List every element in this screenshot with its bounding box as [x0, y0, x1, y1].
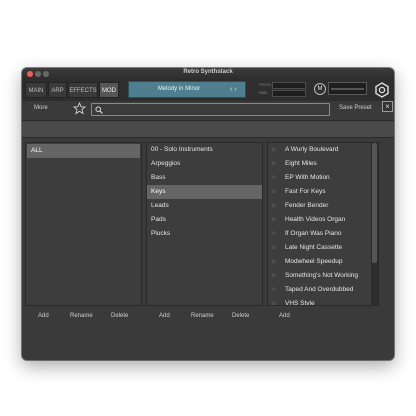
- list-item-category[interactable]: Leads: [147, 199, 262, 213]
- app-window: Retro Synthstack MAIN ARP EFFECTS MOD Me…: [22, 68, 394, 360]
- list-item-category[interactable]: Pads: [147, 213, 262, 227]
- preset-scrollbar[interactable]: [371, 142, 378, 306]
- list-item-preset[interactable]: ☆ If Organ Was Piano: [268, 227, 378, 241]
- pitch-label: PITCH: [259, 82, 271, 87]
- list-item-preset[interactable]: ☆ VHS Style: [268, 297, 378, 306]
- list-item-category[interactable]: Plucks: [147, 227, 262, 241]
- preset-label: Modwheel Speedup: [285, 258, 343, 265]
- preset-label: Late Night Cassette: [285, 244, 343, 251]
- search-input[interactable]: [106, 105, 326, 114]
- preset-label: Fast For Keys: [285, 188, 326, 195]
- mod-button[interactable]: M: [314, 83, 326, 95]
- favorite-star-icon[interactable]: ☆: [271, 143, 280, 157]
- favorite-star-icon[interactable]: ☆: [271, 185, 280, 199]
- favorite-star-icon[interactable]: ☆: [271, 227, 280, 241]
- preset-nav-arrows-icon[interactable]: ‹ ›: [230, 85, 242, 94]
- search-icon: [95, 106, 103, 114]
- preset-label: If Organ Was Piano: [285, 230, 342, 237]
- preset-label: Something's Not Working: [285, 272, 359, 279]
- preset-list[interactable]: ☆ A Wurly Boulevard ☆ Eight Miles ☆ EP With…: [267, 142, 379, 306]
- output-level-bar[interactable]: [328, 82, 367, 95]
- preset-add-button[interactable]: Add: [279, 313, 290, 319]
- list-item-preset[interactable]: ☆ Eight Miles: [268, 157, 378, 171]
- preset-label: VHS Style: [285, 300, 315, 306]
- list-item-preset[interactable]: ☆ Health Videos Organ: [268, 213, 378, 227]
- category-delete-button[interactable]: Delete: [232, 313, 249, 319]
- list-item-category[interactable]: Bass: [147, 171, 262, 185]
- tab-mod[interactable]: MOD: [99, 82, 119, 98]
- more-button[interactable]: More: [34, 105, 48, 111]
- search-row: More Save Preset ×: [22, 101, 394, 120]
- bank-list[interactable]: ALL: [25, 142, 142, 306]
- info-strip: [22, 120, 394, 138]
- search-box[interactable]: [91, 103, 330, 116]
- list-item-category[interactable]: Arpeggios: [147, 157, 262, 171]
- list-item-category[interactable]: 00 - Solo Instruments: [147, 143, 262, 157]
- favorite-star-icon[interactable]: ☆: [271, 157, 280, 171]
- category-rename-button[interactable]: Rename: [191, 313, 214, 319]
- preset-label: Taped And Overdubbed: [285, 286, 354, 293]
- pan-label: PAN: [259, 90, 267, 95]
- favorite-star-icon[interactable]: ☆: [271, 269, 280, 283]
- list-item-preset[interactable]: ☆ Taped And Overdubbed: [268, 283, 378, 297]
- favorite-star-icon[interactable]: ☆: [271, 241, 280, 255]
- list-item-preset[interactable]: ☆ Late Night Cassette: [268, 241, 378, 255]
- favorite-star-icon[interactable]: ☆: [271, 283, 280, 297]
- list-item-category-selected[interactable]: Keys: [147, 185, 262, 199]
- favorite-star-icon[interactable]: ☆: [271, 255, 280, 269]
- bank-add-button[interactable]: Add: [38, 313, 49, 319]
- preset-label: Fender Bender: [285, 202, 329, 209]
- preset-label: Eight Miles: [285, 160, 317, 167]
- favorite-star-icon[interactable]: ☆: [271, 297, 280, 305]
- preset-label: Health Videos Organ: [285, 216, 346, 223]
- preset-label: A Wurly Boulevard: [285, 146, 339, 153]
- favorites-star-icon[interactable]: [73, 102, 86, 115]
- close-browser-button[interactable]: ×: [382, 101, 393, 112]
- favorite-star-icon[interactable]: ☆: [271, 199, 280, 213]
- list-item-preset[interactable]: ☆ Fender Bender: [268, 199, 378, 213]
- list-item-preset[interactable]: ☆ Fast For Keys: [268, 185, 378, 199]
- pan-meter[interactable]: [272, 90, 306, 97]
- category-add-button[interactable]: Add: [159, 313, 170, 319]
- pitch-meter[interactable]: [272, 82, 306, 89]
- category-list[interactable]: 00 - Solo Instruments Arpeggios Bass Key…: [146, 142, 263, 306]
- save-preset-button[interactable]: Save Preset: [339, 105, 372, 111]
- list-item-preset[interactable]: ☆ A Wurly Boulevard: [268, 143, 378, 157]
- tab-effects[interactable]: EFFECTS: [68, 82, 98, 98]
- list-item-bank[interactable]: ALL: [27, 144, 140, 158]
- preset-display[interactable]: Melody in Minor ‹ ›: [128, 81, 246, 98]
- settings-gear-icon[interactable]: [374, 82, 390, 98]
- list-item-preset[interactable]: ☆ Modwheel Speedup: [268, 255, 378, 269]
- footer-bar: Add Rename Delete Add Rename Delete Add: [22, 308, 394, 360]
- bank-delete-button[interactable]: Delete: [111, 313, 128, 319]
- preset-label: EP With Motion: [285, 174, 330, 181]
- top-toolbar: MAIN ARP EFFECTS MOD Melody in Minor ‹ ›…: [22, 80, 394, 101]
- tab-arp[interactable]: ARP: [48, 82, 67, 98]
- window-title: Retro Synthstack: [183, 69, 233, 75]
- scrollbar-thumb[interactable]: [372, 143, 377, 263]
- favorite-star-icon[interactable]: ☆: [271, 171, 280, 185]
- list-item-preset[interactable]: ☆ Something's Not Working: [268, 269, 378, 283]
- favorite-star-icon[interactable]: ☆: [271, 213, 280, 227]
- bank-rename-button[interactable]: Rename: [70, 313, 93, 319]
- tab-main[interactable]: MAIN: [25, 82, 47, 98]
- list-item-preset[interactable]: ☆ EP With Motion: [268, 171, 378, 185]
- preset-name: Melody in Minor: [157, 86, 201, 92]
